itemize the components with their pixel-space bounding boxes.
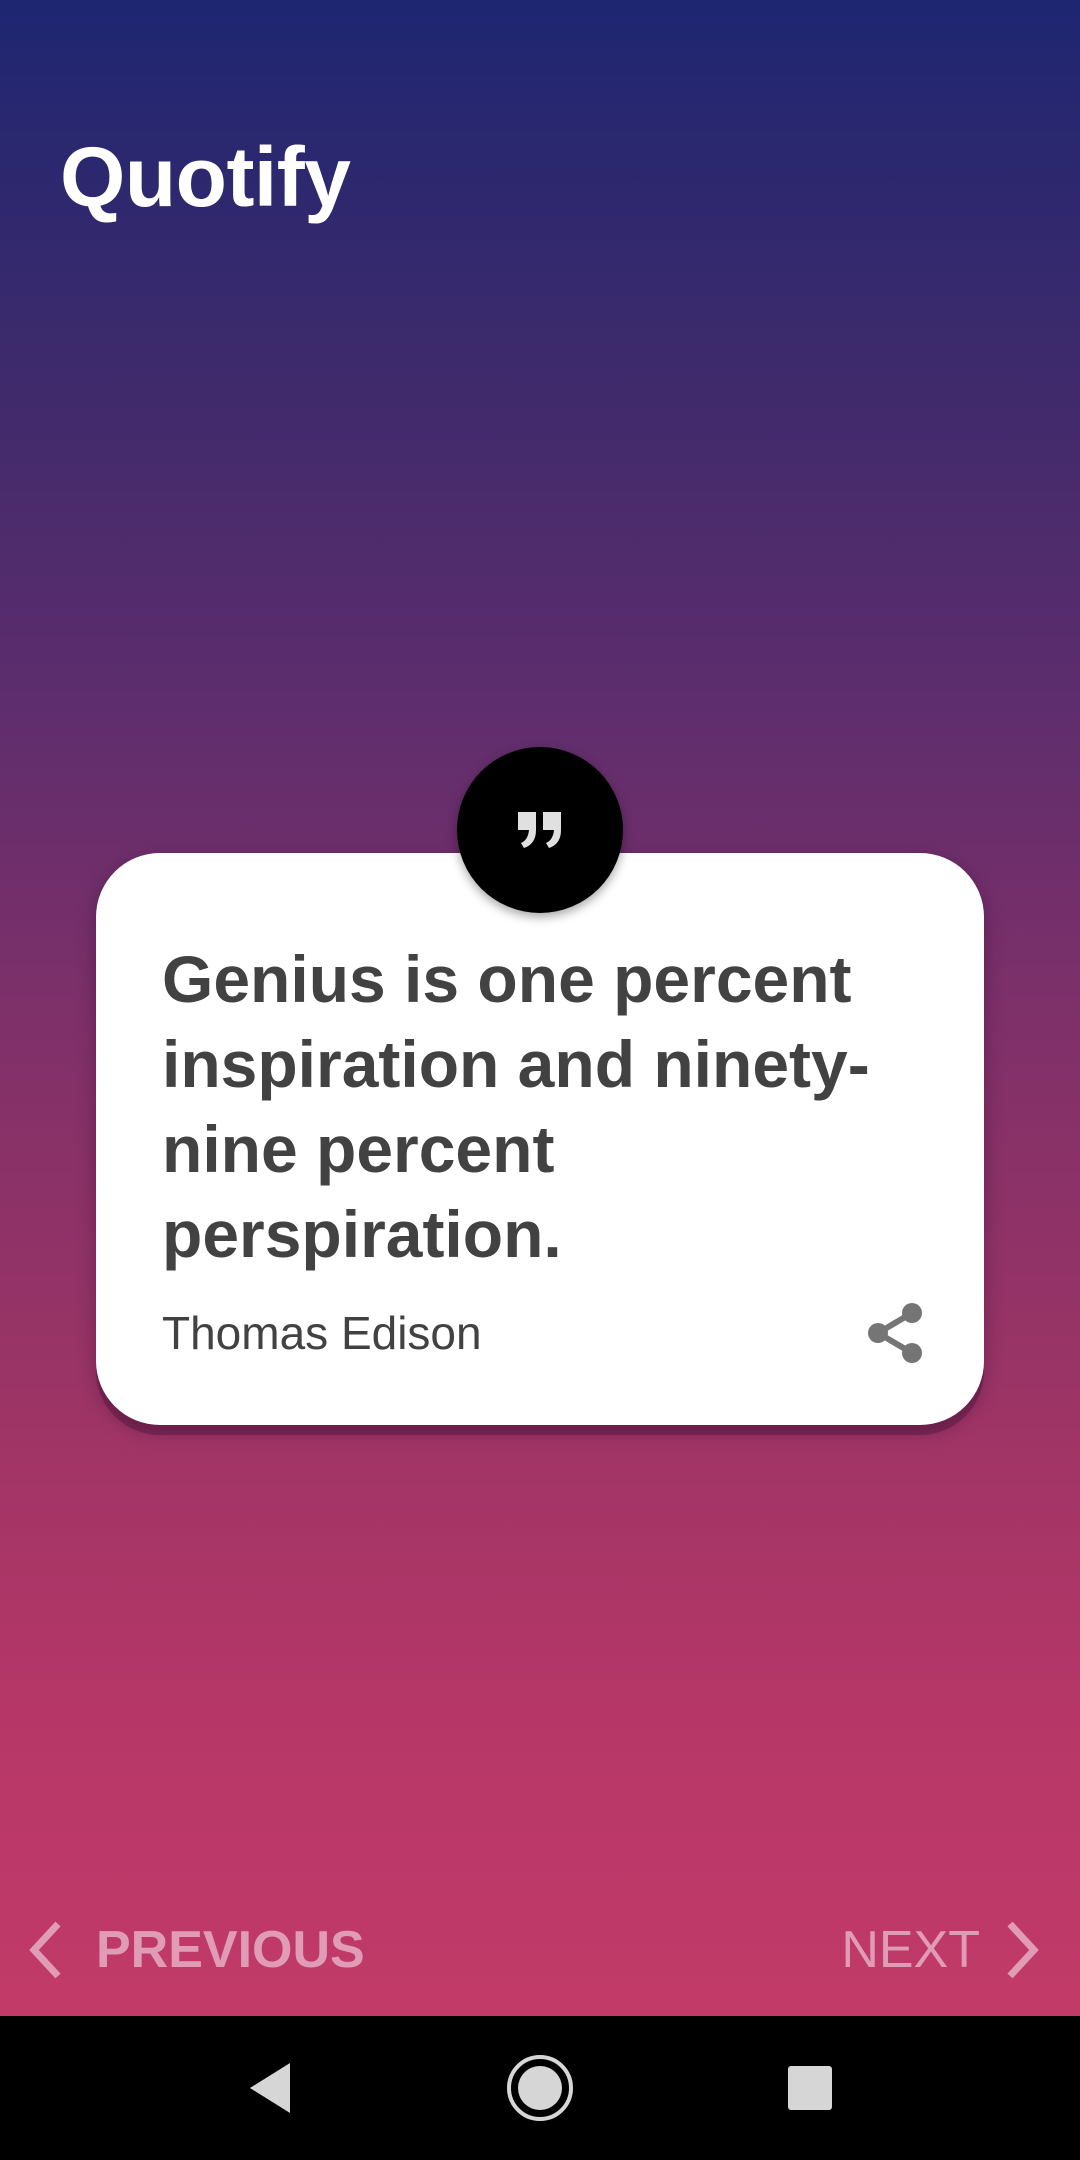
quote-author: Thomas Edison [162, 1307, 482, 1359]
quote-card: Genius is one percent inspiration and ni… [96, 853, 984, 1425]
system-back-button[interactable] [220, 2016, 320, 2160]
share-icon [868, 1303, 922, 1363]
back-icon [250, 2063, 290, 2113]
previous-label: PREVIOUS [96, 1921, 365, 1979]
chevron-left-icon [29, 1921, 61, 1979]
quote-icon [518, 812, 561, 848]
app-screen: Quotify Genius is one percent inspiratio… [0, 0, 1080, 2016]
home-icon [507, 2055, 573, 2121]
next-label: NEXT [841, 1921, 980, 1979]
next-button[interactable]: NEXT [841, 1915, 1042, 1985]
chevron-right-icon [1007, 1921, 1039, 1979]
system-recents-button[interactable] [760, 2016, 860, 2160]
recents-icon [788, 2066, 832, 2110]
share-button[interactable] [856, 1293, 936, 1373]
previous-button[interactable]: PREVIOUS [26, 1915, 365, 1985]
system-home-button[interactable] [490, 2016, 590, 2160]
system-navigation-bar [0, 2016, 1080, 2160]
app-title: Quotify [60, 130, 351, 224]
quote-text: Genius is one percent inspiration and ni… [162, 942, 870, 1271]
quote-badge [457, 747, 623, 913]
